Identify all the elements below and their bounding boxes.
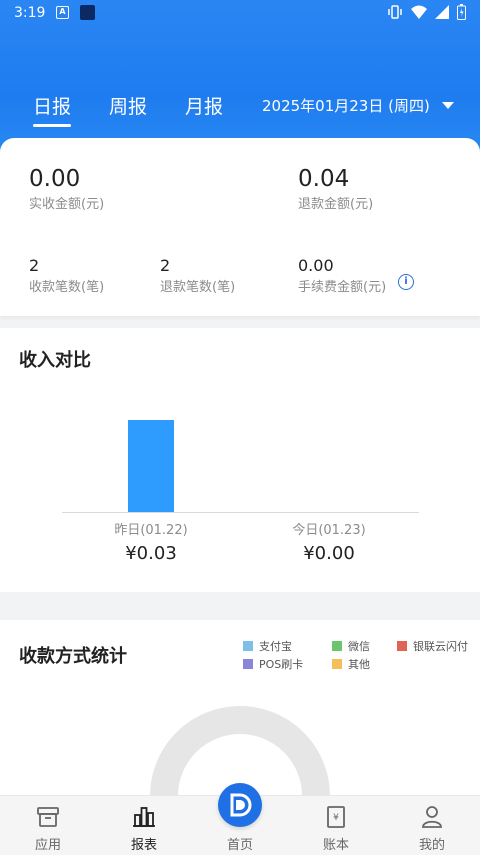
chevron-down-icon xyxy=(441,102,454,109)
nav-apps[interactable]: 应用 xyxy=(0,796,96,855)
home-logo-glyph xyxy=(230,793,252,817)
received-count-label: 收款笔数(笔) xyxy=(29,280,105,295)
legend-swatch xyxy=(332,641,342,651)
fee-amount-label: 手续费金额(元) xyxy=(298,280,387,295)
chart-baseline xyxy=(62,512,419,513)
nav-ledger[interactable]: ¥ 账本 xyxy=(288,796,384,855)
legend-label: POS刷卡 xyxy=(259,658,304,671)
status-bar: 3:19 A xyxy=(0,0,480,28)
tab-weekly[interactable]: 周报 xyxy=(109,92,147,127)
refund-amount-value: 0.04 xyxy=(298,166,350,192)
nav-label-home: 首页 xyxy=(226,838,253,853)
nav-label-report: 报表 xyxy=(130,838,157,853)
received-amount-value: 0.00 xyxy=(29,166,81,192)
legend-label: 支付宝 xyxy=(259,640,292,653)
date-selector[interactable]: 2025年01月23日 (周四) xyxy=(262,95,454,116)
notification-a-icon: A xyxy=(56,6,69,19)
refund-amount-label: 退款金额(元) xyxy=(298,197,374,212)
legend-unionpay: 银联云闪付 xyxy=(397,638,468,654)
legend-swatch xyxy=(243,641,253,651)
nav-label-apps: 应用 xyxy=(34,838,61,853)
legend-label: 微信 xyxy=(348,640,370,653)
amount-today: ¥0.00 xyxy=(303,543,355,564)
amount-yesterday: ¥0.03 xyxy=(125,543,177,564)
status-icons xyxy=(387,4,466,20)
wifi-icon xyxy=(411,5,427,19)
legend-other: 其他 xyxy=(332,656,370,672)
tab-daily[interactable]: 日报 xyxy=(33,92,72,127)
legend-pos: POS刷卡 xyxy=(243,656,303,672)
legend-wechat: 微信 xyxy=(332,638,370,654)
signal-icon xyxy=(435,5,449,19)
nav-report[interactable]: 报表 xyxy=(96,796,192,855)
vibrate-icon xyxy=(388,5,402,19)
svg-text:¥: ¥ xyxy=(333,813,339,823)
ledger-icon: ¥ xyxy=(327,806,345,828)
refund-count-label: 退款笔数(笔) xyxy=(160,280,236,295)
report-tabs: 日报 周报 月报 xyxy=(33,92,223,127)
app-box-icon xyxy=(37,807,59,827)
received-count-value: 2 xyxy=(29,256,40,275)
x-label-today: 今日(01.23) xyxy=(292,523,366,538)
nav-label-mine: 我的 xyxy=(418,838,445,853)
legend-swatch xyxy=(243,659,253,669)
income-compare-title: 收入对比 xyxy=(19,350,91,371)
tab-monthly[interactable]: 月报 xyxy=(185,92,223,127)
nav-label-ledger: 账本 xyxy=(322,838,349,853)
status-time: 3:19 xyxy=(14,5,46,21)
date-text: 2025年01月23日 (周四) xyxy=(262,97,430,115)
home-logo-icon[interactable] xyxy=(218,783,262,827)
legend-alipay: 支付宝 xyxy=(243,638,292,654)
legend-label: 银联云闪付 xyxy=(413,640,468,653)
refund-count-value: 2 xyxy=(160,256,171,275)
received-amount-label: 实收金额(元) xyxy=(29,197,105,212)
user-icon xyxy=(422,806,442,828)
bar-yesterday xyxy=(128,420,174,512)
info-icon[interactable]: i xyxy=(398,274,414,290)
fee-amount-value: 0.00 xyxy=(298,256,334,275)
legend-label: 其他 xyxy=(348,658,370,671)
nav-mine[interactable]: 我的 xyxy=(384,796,480,855)
battery-icon xyxy=(457,4,466,20)
legend-swatch xyxy=(332,659,342,669)
x-label-yesterday: 昨日(01.22) xyxy=(114,523,188,538)
notification-app-icon xyxy=(80,5,95,20)
payment-stats-title: 收款方式统计 xyxy=(19,646,127,667)
legend-swatch xyxy=(397,641,407,651)
report-bars-icon xyxy=(133,807,155,827)
